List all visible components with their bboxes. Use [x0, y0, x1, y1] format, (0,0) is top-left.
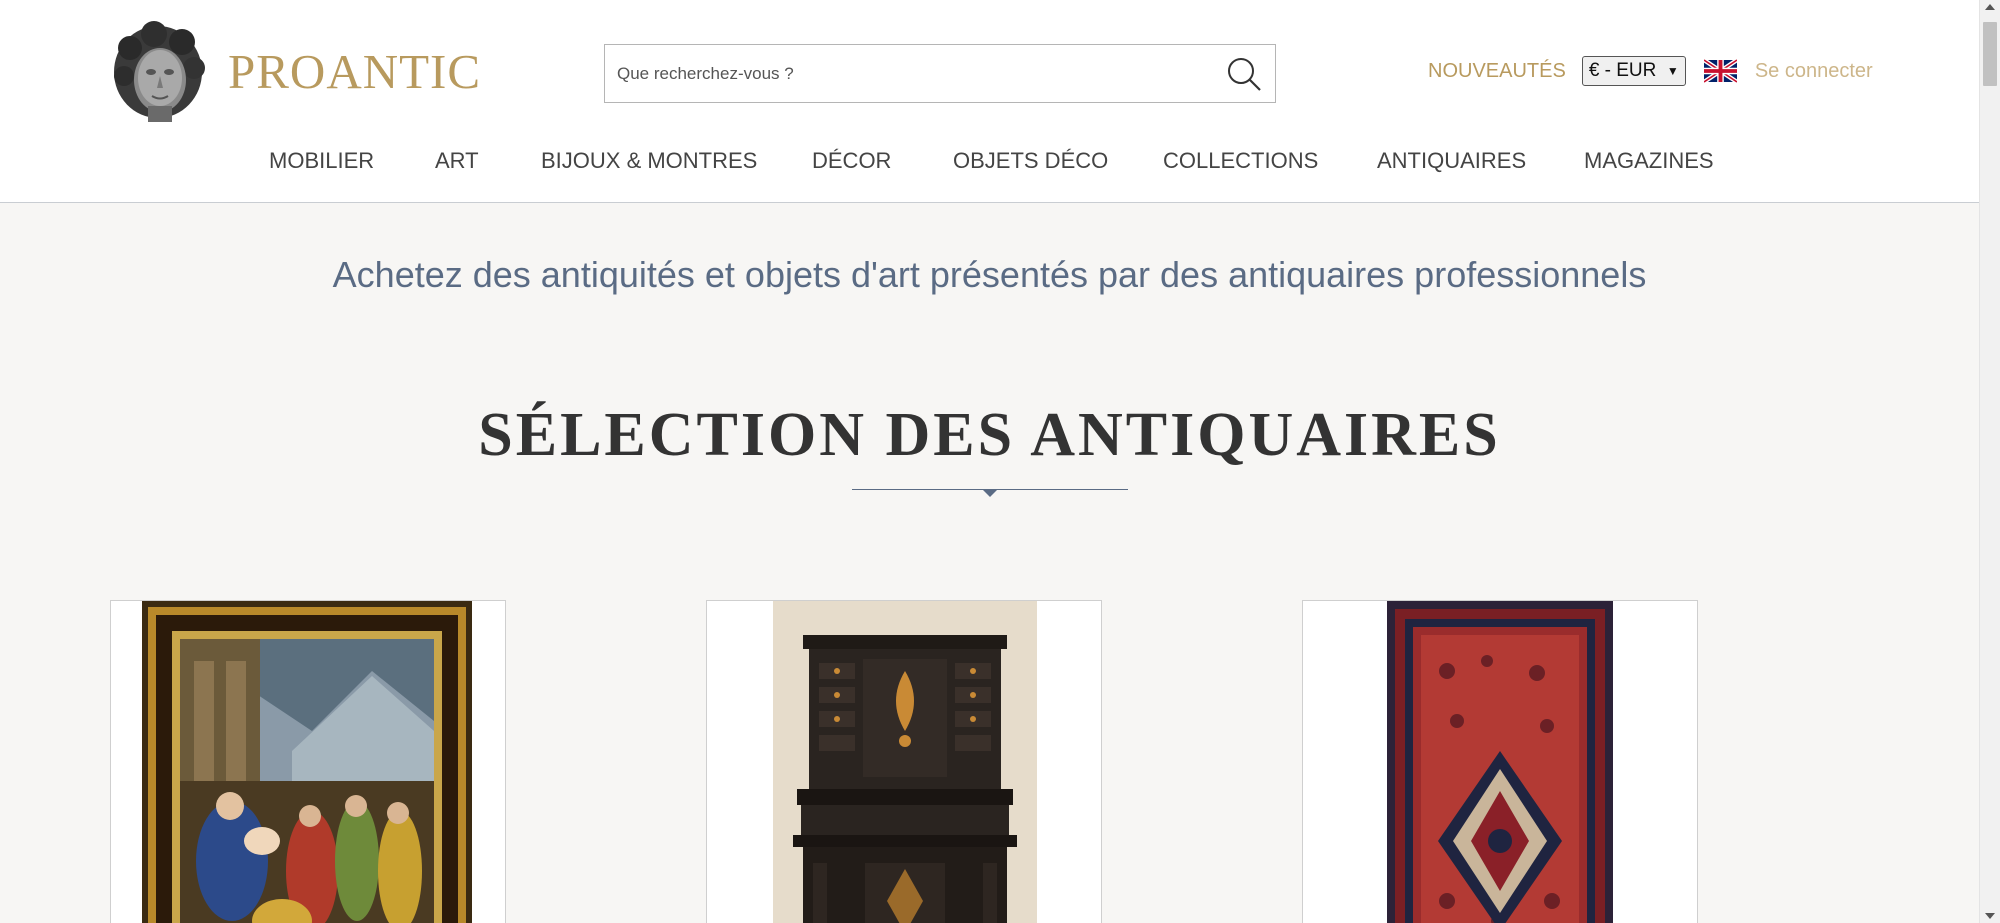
header-actions: NOUVEAUTÉS € - EUR ▼ Se connecter — [1428, 56, 1873, 86]
page-scrollbar[interactable] — [1979, 0, 2000, 923]
nav-item-decor[interactable]: DÉCOR — [812, 148, 891, 174]
rug-image — [1387, 601, 1613, 923]
site-header: PROANTIC NOUVEAUTÉS € - EUR ▼ Se connect… — [0, 0, 1979, 203]
product-card-cabinet[interactable] — [706, 600, 1102, 923]
cabinet-image — [773, 601, 1037, 923]
logo-text: PROANTIC — [228, 43, 482, 99]
sculpted-head-logo-icon — [114, 21, 205, 122]
nav-item-collections[interactable]: COLLECTIONS — [1163, 148, 1318, 174]
search-input[interactable] — [605, 45, 1205, 102]
tagline: Achetez des antiquités et objets d'art p… — [332, 254, 1647, 295]
painting-image — [142, 601, 472, 923]
divider-caret-icon — [983, 490, 997, 497]
section-title: SÉLECTION DES ANTIQUAIRES — [478, 401, 1501, 469]
search-box — [604, 44, 1276, 103]
product-card-rug[interactable] — [1302, 600, 1698, 923]
scroll-up-arrow-icon[interactable] — [1985, 4, 1995, 10]
chevron-down-icon: ▼ — [1666, 64, 1679, 78]
scroll-down-arrow-icon[interactable] — [1985, 913, 1995, 919]
product-card-painting[interactable] — [110, 600, 506, 923]
scroll-thumb[interactable] — [1983, 22, 1997, 86]
currency-value: € - EUR — [1588, 60, 1657, 81]
search-icon[interactable] — [1225, 55, 1263, 93]
currency-select[interactable]: € - EUR ▼ — [1581, 56, 1686, 86]
nav-item-art[interactable]: ART — [435, 148, 479, 174]
nav-item-mobilier[interactable]: MOBILIER — [269, 148, 374, 174]
nav-item-objets-deco[interactable]: OBJETS DÉCO — [953, 148, 1108, 174]
logo-link[interactable]: PROANTIC — [110, 20, 481, 122]
uk-flag-icon[interactable] — [1703, 59, 1737, 83]
nouveautes-link[interactable]: NOUVEAUTÉS — [1428, 60, 1566, 83]
nav-item-magazines[interactable]: MAGAZINES — [1584, 148, 1714, 174]
nav-item-antiquaires[interactable]: ANTIQUAIRES — [1377, 148, 1526, 174]
nav-item-bijoux-montres[interactable]: BIJOUX & MONTRES — [541, 148, 757, 174]
login-link[interactable]: Se connecter — [1755, 60, 1873, 83]
